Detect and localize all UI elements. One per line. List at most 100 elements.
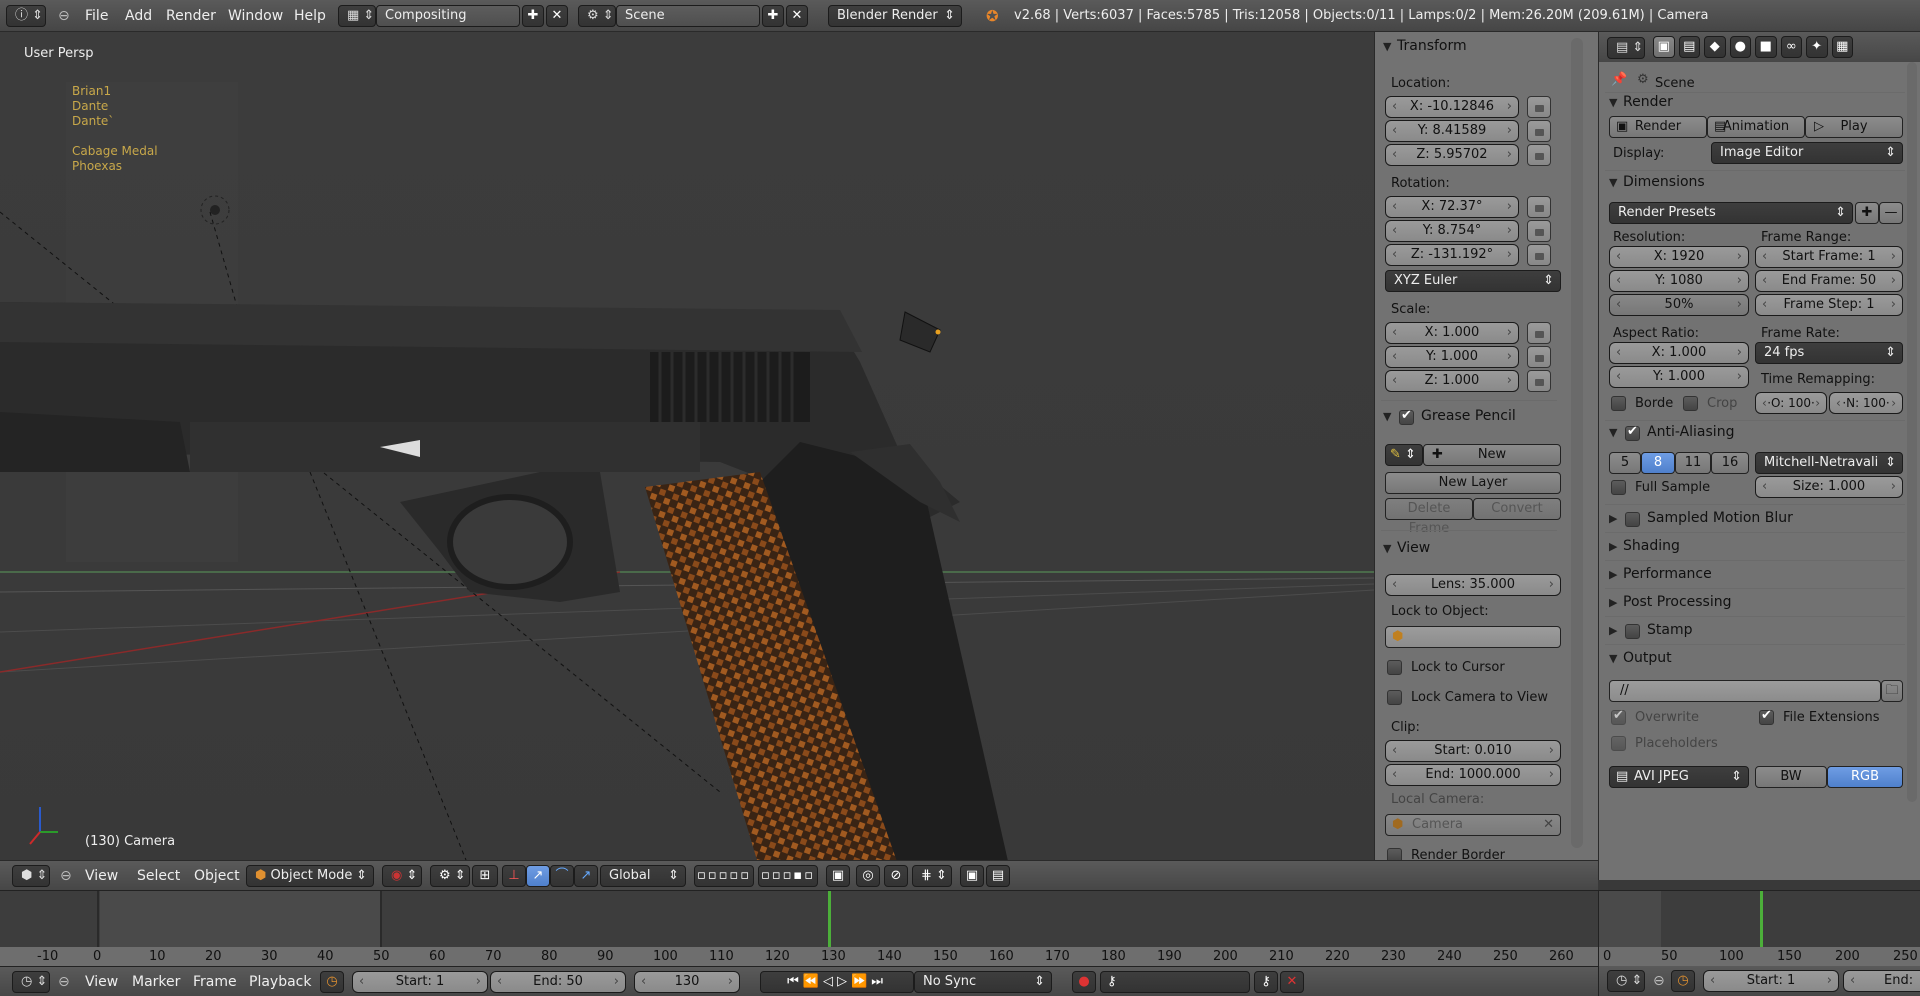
- scene-field[interactable]: Scene: [616, 5, 760, 27]
- sync-select[interactable]: No Sync ⇕: [914, 971, 1052, 993]
- output-collapse-icon[interactable]: ▼: [1609, 652, 1617, 665]
- motion-blur-expand-icon[interactable]: ▶: [1609, 512, 1617, 525]
- screen-layout-field[interactable]: Compositing: [376, 5, 520, 27]
- location-x-field[interactable]: X: -10.12846: [1385, 96, 1519, 118]
- anti-aliasing-collapse-icon[interactable]: ▼: [1609, 426, 1617, 439]
- lock-camera-checkbox[interactable]: [1387, 690, 1402, 705]
- manipulator-toggle-icon[interactable]: ⊞: [472, 865, 498, 887]
- dimensions-collapse-icon[interactable]: ▼: [1609, 176, 1617, 189]
- remove-preset-icon[interactable]: —: [1879, 202, 1903, 224]
- border-checkbox[interactable]: [1611, 396, 1626, 411]
- end-frame-field[interactable]: End: 50: [490, 971, 626, 993]
- lock-icon[interactable]: [1527, 120, 1551, 142]
- end-frame-field[interactable]: End Frame: 50: [1755, 270, 1903, 292]
- object-list-item[interactable]: Dante`: [72, 114, 158, 129]
- view-collapse-icon[interactable]: ▼: [1383, 542, 1391, 555]
- local-camera-field[interactable]: ⬢ Camera ✕: [1385, 814, 1561, 836]
- new-grease-button[interactable]: ✚ New: [1423, 444, 1561, 466]
- shading-select[interactable]: ◉ ⇕: [382, 865, 422, 887]
- screen-layout-icon[interactable]: ▦ ⇕: [338, 5, 376, 27]
- delete-frame-button[interactable]: Delete Frame: [1385, 498, 1473, 536]
- resolution-y-field[interactable]: Y: 1080: [1609, 270, 1749, 292]
- output-title[interactable]: Output: [1623, 650, 1672, 666]
- render-collapse-icon[interactable]: ▼: [1609, 96, 1617, 109]
- remap-new-field[interactable]: ·N: 100·: [1829, 392, 1903, 414]
- scene-icon[interactable]: ⚙ ⇕: [578, 5, 616, 27]
- lock-icon[interactable]: [1527, 370, 1551, 392]
- pencil-icon[interactable]: ✎ ⇕: [1385, 444, 1423, 466]
- render-button[interactable]: ▣ Render: [1609, 116, 1707, 138]
- lock-icon[interactable]: [1527, 196, 1551, 218]
- object-tab-icon[interactable]: ■: [1755, 36, 1777, 58]
- shelf-scrollbar[interactable]: [1571, 38, 1583, 848]
- shading-title[interactable]: Shading: [1623, 538, 1680, 554]
- aa-filter-select[interactable]: Mitchell-Netravali ⇕: [1755, 452, 1903, 474]
- aspect-x-field[interactable]: X: 1.000: [1609, 342, 1749, 364]
- transform-collapse-icon[interactable]: ▼: [1383, 40, 1391, 53]
- menu-add[interactable]: Add: [125, 8, 152, 24]
- scale-icon[interactable]: ⌒: [550, 865, 574, 887]
- transform-title[interactable]: Transform: [1397, 38, 1467, 54]
- motion-blur-checkbox[interactable]: [1625, 512, 1640, 527]
- jump-start-icon[interactable]: ⏮: [787, 974, 803, 989]
- file-format-select[interactable]: ▤ AVI JPEG ⇕: [1609, 766, 1749, 788]
- lock-layers-icon[interactable]: ▣: [826, 865, 850, 887]
- scale-y-field[interactable]: Y: 1.000: [1385, 346, 1519, 368]
- fps-select[interactable]: 24 fps ⇕: [1755, 342, 1903, 364]
- grease-pencil-collapse-icon[interactable]: ▼: [1383, 410, 1391, 423]
- stamp-checkbox[interactable]: [1625, 624, 1640, 639]
- editor-type-button[interactable]: ◷ ⇕: [1607, 970, 1645, 992]
- current-frame-indicator[interactable]: [1759, 891, 1763, 947]
- object-list-item[interactable]: Dante: [72, 99, 158, 114]
- stamp-title[interactable]: Stamp: [1647, 622, 1692, 638]
- output-path-input[interactable]: //: [1609, 680, 1881, 702]
- render-opengl-icon[interactable]: ▣: [960, 865, 984, 887]
- pin-icon[interactable]: 📌: [1611, 72, 1627, 87]
- overwrite-checkbox[interactable]: [1611, 708, 1626, 725]
- placeholders-checkbox[interactable]: [1611, 736, 1626, 751]
- lock-icon[interactable]: [1527, 244, 1551, 266]
- performance-expand-icon[interactable]: ▶: [1609, 568, 1617, 581]
- remap-old-field[interactable]: ·O: 100·: [1755, 392, 1827, 414]
- scale-z-field[interactable]: Z: 1.000: [1385, 370, 1519, 392]
- mode-select[interactable]: ⬢ Object Mode ⇕: [246, 865, 374, 887]
- convert-button[interactable]: Convert: [1473, 498, 1561, 520]
- new-layer-button[interactable]: New Layer: [1385, 472, 1561, 494]
- object-list-item[interactable]: Phoexas: [72, 159, 158, 174]
- lock-icon[interactable]: [1527, 322, 1551, 344]
- menu-frame[interactable]: Frame: [193, 974, 237, 990]
- clip-end-field[interactable]: End: 1000.000: [1385, 764, 1561, 786]
- constraints-tab-icon[interactable]: ∞: [1780, 36, 1802, 58]
- current-frame-indicator[interactable]: [828, 891, 831, 947]
- start-frame-field[interactable]: Start Frame: 1: [1755, 246, 1903, 268]
- delete-keyframe-icon[interactable]: ✕: [1280, 971, 1304, 993]
- start-frame-field[interactable]: Start: 1: [1703, 970, 1839, 992]
- editor-type-button[interactable]: ◷ ⇕: [12, 971, 50, 993]
- render-anim-opengl-icon[interactable]: ▤: [986, 865, 1010, 887]
- modifiers-tab-icon[interactable]: ✦: [1806, 36, 1828, 58]
- object-list-item[interactable]: Brian1: [72, 84, 158, 99]
- layers-grid-right[interactable]: ▫▫▫▪▫: [758, 865, 818, 887]
- stamp-expand-icon[interactable]: ▶: [1609, 624, 1617, 637]
- menu-file[interactable]: File: [85, 8, 108, 24]
- world-tab-icon[interactable]: ●: [1729, 36, 1751, 58]
- record-icon[interactable]: ●: [1072, 971, 1096, 993]
- menu-window[interactable]: Window: [228, 8, 283, 24]
- aspect-y-field[interactable]: Y: 1.000: [1609, 366, 1749, 388]
- rotate-icon[interactable]: ↗: [526, 865, 550, 887]
- lock-icon[interactable]: [1527, 346, 1551, 368]
- object-list-item[interactable]: [72, 129, 158, 144]
- resolution-x-field[interactable]: X: 1920: [1609, 246, 1749, 268]
- aa-size-field[interactable]: Size: 1.000: [1755, 476, 1903, 498]
- folder-icon[interactable]: 🗀: [1881, 680, 1903, 702]
- post-processing-expand-icon[interactable]: ▶: [1609, 596, 1617, 609]
- crop-checkbox[interactable]: [1683, 396, 1698, 411]
- pivot-select[interactable]: ⚙ ⇕: [430, 865, 470, 887]
- translate-icon[interactable]: ⊥: [502, 865, 526, 887]
- render-engine-select[interactable]: Blender Render ⇕: [828, 5, 962, 27]
- rotation-x-field[interactable]: X: 72.37°: [1385, 196, 1519, 218]
- clip-start-field[interactable]: Start: 0.010: [1385, 740, 1561, 762]
- full-sample-checkbox[interactable]: [1611, 480, 1626, 495]
- remove-scene-icon[interactable]: ✕: [786, 5, 808, 27]
- sampled-motion-blur-title[interactable]: Sampled Motion Blur: [1647, 510, 1793, 526]
